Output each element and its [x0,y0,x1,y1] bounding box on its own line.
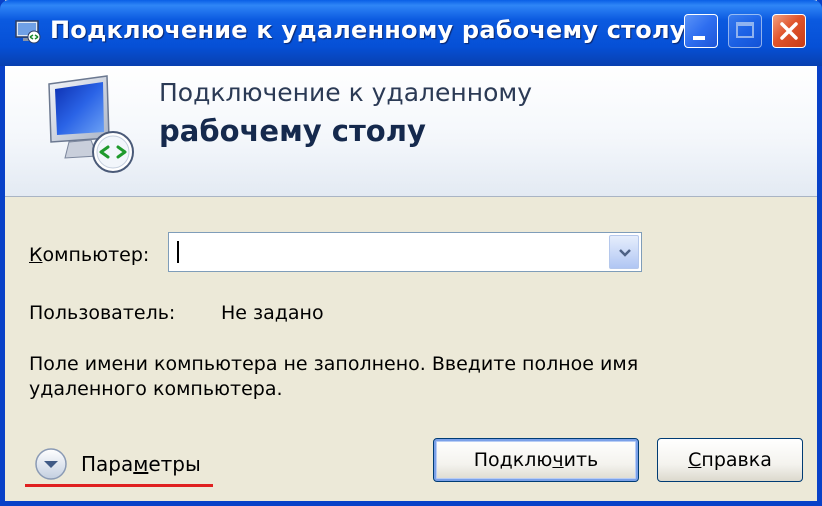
help-button[interactable]: Справка [657,438,803,482]
status-message: Поле имени компьютера не заполнено. Введ… [29,353,639,400]
close-button[interactable] [772,14,806,48]
remote-desktop-monitor-icon [48,75,134,173]
connect-label-post: ить [563,449,599,471]
options-label-post: етры [148,452,201,476]
user-value: Не задано [221,302,324,324]
chevron-down-circle-icon[interactable] [33,446,69,482]
computer-combobox[interactable] [168,232,642,272]
banner-title-line2: рабочему столу [159,114,426,148]
maximize-icon [736,22,754,38]
computer-label-accel: К [29,244,43,266]
banner-title-line1: Подключение к удаленному [159,78,533,107]
computer-label-text: омпьютер: [42,244,150,266]
help-label-post: правка [701,449,772,471]
options-label-pre: Пара [81,452,134,476]
minimize-icon [693,36,705,40]
close-icon [780,22,798,40]
rdp-window: Подключение к удаленному рабочему столу [0,0,822,506]
user-label: Пользователь: [29,302,176,324]
text-caret [177,241,179,263]
header-banner: Подключение к удаленному рабочему столу [5,66,817,197]
connect-button[interactable]: Подключить [433,438,639,482]
chevron-down-icon [619,249,631,257]
highlight-underline [25,484,213,487]
title-bar[interactable]: Подключение к удаленному рабочему столу [0,0,822,66]
connect-label-accel: ч [552,449,564,471]
window-title: Подключение к удаленному рабочему столу [50,16,686,44]
combobox-dropdown-button[interactable] [609,235,639,269]
options-label-accel: м [133,452,149,476]
help-label-accel: С [688,449,702,471]
remote-desktop-icon [15,20,41,44]
computer-label: Компьютер: [29,244,149,266]
connect-label-pre: Подклю [473,449,553,471]
maximize-button[interactable] [728,14,762,48]
options-toggle[interactable]: Параметры [81,452,201,476]
minimize-button[interactable] [684,14,718,48]
